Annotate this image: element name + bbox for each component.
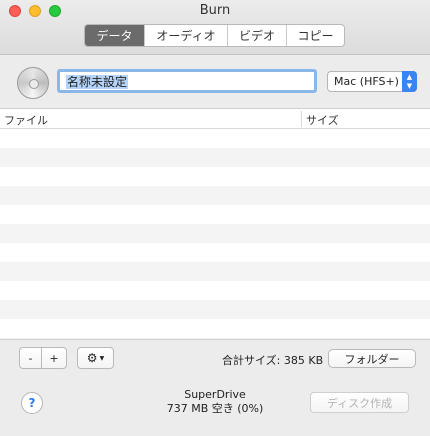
- tab-copy[interactable]: コピー: [287, 25, 344, 46]
- drive-info: SuperDrive 737 MB 空き (0%): [150, 388, 280, 416]
- chevron-updown-icon: ▲ ▼: [402, 71, 417, 92]
- disc-name-text: 名称未設定: [66, 75, 129, 89]
- file-list-header: ファイル サイズ: [0, 109, 430, 129]
- tab-data[interactable]: データ: [85, 25, 145, 46]
- list-row: [0, 205, 430, 224]
- list-row: [0, 300, 430, 319]
- list-row: [0, 281, 430, 300]
- column-header-size[interactable]: サイズ: [306, 112, 339, 128]
- chevron-down-icon: ▼: [99, 354, 105, 362]
- drive-name: SuperDrive: [184, 388, 246, 401]
- file-list[interactable]: ファイル サイズ: [0, 108, 430, 340]
- bottom-bar: - + ⚙ ▼ 合計サイズ: 385 KB フォルダー ? SuperDrive …: [0, 340, 430, 436]
- column-divider[interactable]: [301, 111, 302, 127]
- gear-icon: ⚙: [86, 351, 98, 365]
- help-button[interactable]: ?: [21, 392, 43, 414]
- list-row: [0, 167, 430, 186]
- tab-audio[interactable]: オーディオ: [145, 25, 228, 46]
- list-row: [0, 129, 430, 148]
- drive-free-space: 737 MB 空き (0%): [166, 402, 264, 415]
- list-row: [0, 224, 430, 243]
- remove-item-button[interactable]: -: [19, 347, 42, 369]
- list-row: [0, 243, 430, 262]
- tab-video[interactable]: ビデオ: [228, 25, 287, 46]
- burn-disc-button[interactable]: ディスク作成: [310, 392, 409, 413]
- total-size-label: 合計サイズ: 385 KB: [222, 354, 324, 367]
- burn-window: Burn データ オーディオ ビデオ コピー 名称未設定 Mac (HFS+) …: [0, 0, 430, 436]
- new-folder-button[interactable]: フォルダー: [328, 349, 416, 368]
- list-row: [0, 186, 430, 205]
- filesystem-value: Mac (HFS+): [334, 75, 399, 88]
- file-list-rows: [0, 129, 430, 339]
- column-header-file[interactable]: ファイル: [4, 112, 48, 128]
- disc-name-row: 名称未設定 Mac (HFS+) ▲ ▼: [0, 55, 430, 108]
- window-title: Burn: [199, 3, 231, 18]
- filesystem-select[interactable]: Mac (HFS+) ▲ ▼: [327, 71, 417, 92]
- add-item-button[interactable]: +: [42, 347, 67, 369]
- list-row: [0, 262, 430, 281]
- list-row: [0, 319, 430, 338]
- disc-icon: [17, 67, 49, 99]
- list-row: [0, 148, 430, 167]
- mode-tabs: データ オーディオ ビデオ コピー: [84, 24, 345, 47]
- disc-name-input[interactable]: 名称未設定: [57, 69, 317, 93]
- action-menu-button[interactable]: ⚙ ▼: [77, 347, 114, 369]
- title-bar: Burn データ オーディオ ビデオ コピー: [0, 0, 430, 55]
